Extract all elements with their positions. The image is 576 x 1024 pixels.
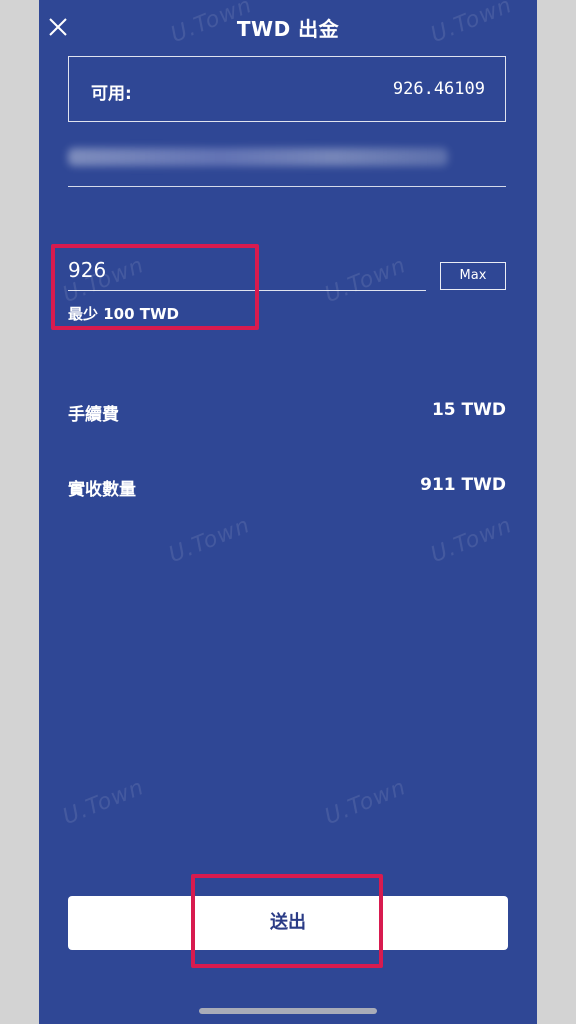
submit-highlight-annotation (191, 874, 383, 968)
amount-highlight-annotation (51, 244, 259, 330)
fee-row: 手續費 15 TWD (68, 400, 506, 426)
watermark: U.Town (427, 512, 516, 569)
watermark: U.Town (321, 774, 410, 831)
watermark: U.Town (165, 512, 254, 569)
available-label: 可用: (91, 84, 132, 104)
fee-value: 15 TWD (431, 400, 506, 420)
available-value: 926.46109 (392, 79, 485, 99)
left-margin (0, 0, 39, 1024)
receive-row: 實收數量 911 TWD (68, 475, 506, 501)
page-title: TWD 出金 (236, 17, 340, 41)
watermark: U.Town (59, 774, 148, 831)
max-button[interactable]: Max (440, 262, 506, 290)
blurred-account-text (68, 148, 448, 166)
receive-label: 實收數量 (68, 480, 136, 500)
fee-label: 手續費 (68, 405, 119, 425)
available-balance-box: 可用: 926.46109 (68, 56, 506, 122)
withdraw-screen: U.Town U.Town U.Town U.Town U.Town U.Tow… (39, 0, 537, 1024)
right-margin (537, 0, 576, 1024)
withdraw-account-field[interactable] (68, 140, 506, 187)
home-indicator[interactable] (199, 1008, 377, 1014)
receive-value: 911 TWD (420, 475, 506, 495)
